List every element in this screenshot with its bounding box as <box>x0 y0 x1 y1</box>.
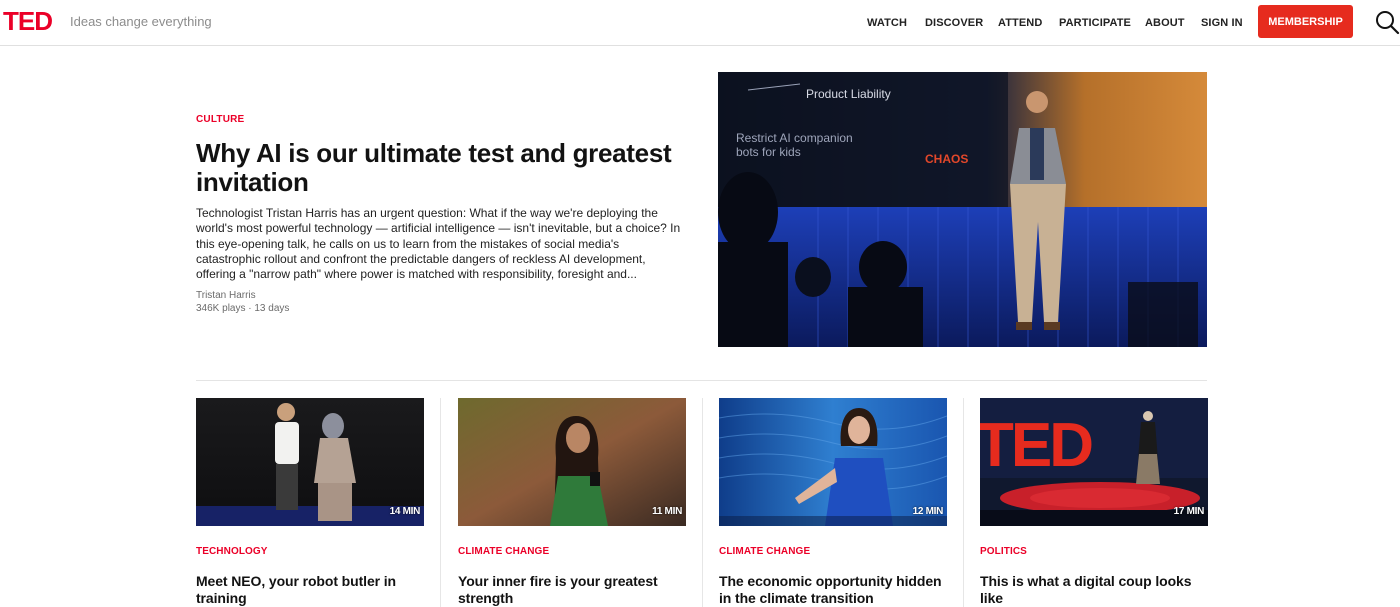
hero-video-thumbnail[interactable]: Product Liability Restrict AI companion … <box>718 72 1207 347</box>
hero-title[interactable]: Why AI is our ultimate test and greatest… <box>196 139 696 197</box>
talk-title[interactable]: The economic opportunity hidden in the c… <box>719 573 944 607</box>
slide-text-4: CHAOS <box>925 152 968 166</box>
hero-description: Technologist Tristan Harris has an urgen… <box>196 206 681 282</box>
talk-duration: 17 MIN <box>1173 506 1205 517</box>
card-separator <box>702 398 703 607</box>
talk-title[interactable]: Meet NEO, your robot butler in training <box>196 573 421 607</box>
talk-category[interactable]: CLIMATE CHANGE <box>458 546 549 557</box>
talk-duration: 12 MIN <box>912 506 944 517</box>
nav-discover[interactable]: DISCOVER <box>925 16 983 30</box>
talk-thumbnail[interactable]: TED 17 MIN <box>980 398 1208 526</box>
talk-category[interactable]: POLITICS <box>980 546 1027 557</box>
stage-ted-letters: TED <box>980 411 1092 480</box>
nav-about[interactable]: ABOUT <box>1145 16 1185 30</box>
nav-watch[interactable]: WATCH <box>867 16 907 30</box>
talk-duration: 11 MIN <box>652 506 682 517</box>
main-nav: WATCH DISCOVER ATTEND PARTICIPATE ABOUT … <box>0 16 1400 30</box>
card-separator <box>963 398 964 607</box>
nav-attend[interactable]: ATTEND <box>998 16 1042 30</box>
search-icon <box>1376 11 1400 35</box>
hero-meta: 346K plays · 13 days <box>196 303 290 314</box>
talk-thumbnail[interactable]: 12 MIN <box>719 398 947 526</box>
slide-text-1: Product Liability <box>806 87 891 101</box>
slide-text-3: bots for kids <box>736 145 801 159</box>
talk-card[interactable]: 14 MIN TECHNOLOGY Meet NEO, your robot b… <box>196 398 424 607</box>
membership-button[interactable]: MEMBERSHIP <box>1258 5 1353 38</box>
talk-card[interactable]: 11 MIN CLIMATE CHANGE Your inner fire is… <box>458 398 686 607</box>
talk-category[interactable]: TECHNOLOGY <box>196 546 268 557</box>
section-divider <box>196 380 1207 381</box>
card-separator <box>440 398 441 607</box>
talk-card[interactable]: 12 MIN CLIMATE CHANGE The economic oppor… <box>719 398 947 607</box>
slide-text-2: Restrict AI companion <box>736 131 853 145</box>
talk-title[interactable]: Your inner fire is your greatest strengt… <box>458 573 683 607</box>
talk-thumbnail[interactable]: 11 MIN <box>458 398 686 526</box>
site-header: TED Ideas change everything WATCH DISCOV… <box>0 0 1400 46</box>
talk-duration: 14 MIN <box>389 506 421 517</box>
talk-title[interactable]: This is what a digital coup looks like <box>980 573 1205 607</box>
talk-thumbnail[interactable]: 14 MIN <box>196 398 424 526</box>
hero-category[interactable]: CULTURE <box>196 114 244 125</box>
hero-talk-image: Product Liability Restrict AI companion … <box>718 72 1207 347</box>
talk-category[interactable]: CLIMATE CHANGE <box>719 546 810 557</box>
hero-speaker: Tristan Harris <box>196 290 256 301</box>
nav-participate[interactable]: PARTICIPATE <box>1059 16 1131 30</box>
nav-sign-in[interactable]: SIGN IN <box>1201 16 1243 30</box>
talk-card[interactable]: TED 17 MIN POLITICS This is what a digit… <box>980 398 1208 607</box>
search-button[interactable] <box>1374 9 1400 35</box>
